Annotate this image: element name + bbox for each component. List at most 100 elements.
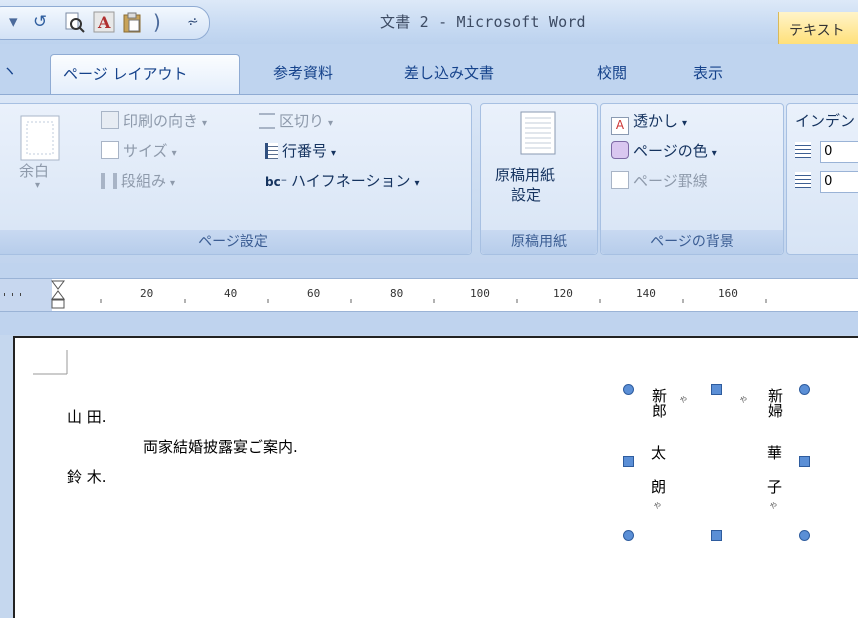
resize-handle-bottom-right[interactable] [799,530,810,541]
page-color-button[interactable]: ページの色 ▾ [611,140,717,161]
manuscript-label-1: 原稿用紙 [495,166,556,184]
resize-handle-right[interactable] [799,456,810,467]
text-line-yamada[interactable]: 山 田. [67,406,107,427]
indent-right-input[interactable]: 0 [820,171,858,193]
return-mark: ゃ [653,501,663,511]
ruler-label: 20 [140,287,154,300]
margins-button[interactable]: 余白 ▾ [9,112,69,202]
horizontal-ruler[interactable]: 20 40 60 80 100 120 140 160 [0,278,858,312]
manuscript-settings-button[interactable]: 原稿用紙 設定 [481,104,597,230]
tab-mailings[interactable]: 差し込み文書 [404,62,494,83]
text-line-announcement[interactable]: 両家結婚披露宴ご案内. [143,436,298,457]
tab-page-layout-label: ページ レイアウト [63,65,188,83]
page-borders-label: ページ罫線 [633,172,708,190]
indent-right-icon [795,172,811,188]
watermark-label: 透かし [633,112,679,130]
context-tab-text-tools[interactable]: テキスト [778,12,858,44]
print-preview-icon[interactable] [63,11,85,39]
columns-button[interactable]: 段組み ▾ [101,170,175,191]
groom-title: 新郎 [650,388,668,418]
margins-label: 余白 [19,162,50,180]
group-manuscript: 原稿用紙 設定 原稿用紙 [480,103,598,255]
hyphenation-icon: bc⁻ [265,175,288,189]
group-paragraph: インデン 0 0 [786,103,858,255]
margin-corner-mark [33,350,68,375]
tab-page-layout[interactable]: ページ レイアウト [50,54,240,94]
text-line-suzuki[interactable]: 鈴 木. [67,466,107,487]
resize-handle-top-right[interactable] [799,384,810,395]
vertical-textbox[interactable]: 新郎 ゃ ゃ 新婦 太 華 朗 子 ゃ ゃ [623,384,810,544]
return-mark: ゃ [679,395,689,405]
groom-name-1: 太 [651,444,667,462]
group-manuscript-label: 原稿用紙 [481,230,597,254]
indent-left-input[interactable]: 0 [820,141,858,163]
ribbon-tabs: ヽ ページ レイアウト 参考資料 差し込み文書 校閲 表示 [0,44,858,95]
columns-icon [101,173,117,189]
group-page-setup-label: ページ設定 [0,230,471,254]
bride-name-1: 華 [767,444,783,462]
columns-label: 段組み [121,172,167,190]
margins-dropdown-icon: ▾ [35,180,41,191]
line-numbers-label: 行番号 [282,142,328,160]
ruler-label: 80 [390,287,404,300]
margins-icon [20,115,60,161]
breaks-button[interactable]: 区切り ▾ [259,110,333,131]
resize-handle-bottom-left[interactable] [623,530,634,541]
manuscript-icon [520,111,556,155]
ribbon: 余白 ▾ 印刷の向き ▾ サイズ ▾ 段組み ▾ 区切り ▾ 行番号 ▾ bc⁻ ハイフネー… [0,95,858,263]
resize-handle-top[interactable] [711,384,722,395]
context-tab-label: テキスト [789,23,845,39]
qat-scroll-icon: ) [153,10,161,34]
hyphenation-label: ハイフネーション [291,172,411,190]
orientation-button[interactable]: 印刷の向き ▾ [101,110,207,131]
ruler-label: 100 [470,287,490,300]
tab-references[interactable]: 参考資料 [273,62,333,83]
group-page-background-label: ページの背景 [601,230,783,254]
paint-bucket-icon [611,141,629,159]
ruler-label: 60 [307,287,321,300]
ruler-label: 160 [718,287,738,300]
tab-view[interactable]: 表示 [693,62,723,83]
page-color-label: ページの色 [633,142,708,160]
watermark-icon: A [611,117,629,135]
window-title: 文書 2 - Microsoft Word [380,13,586,31]
ruler-label: 40 [224,287,238,300]
size-icon [101,141,119,159]
bride-name-2: 子 [767,478,783,496]
page-borders-icon [611,171,629,189]
document-page[interactable]: 山 田. 両家結婚披露宴ご案内. 鈴 木. 新郎 ゃ ゃ 新婦 太 華 朗 子 … [13,336,858,618]
indent-left: 0 [795,140,858,163]
font-a-icon[interactable]: A [93,11,115,39]
title-bar: ▾ ↺ A ) ⩫ 文書 2 - Microsoft Word テキスト [0,0,858,44]
hyphenation-button[interactable]: bc⁻ ハイフネーション ▾ [265,170,419,191]
orientation-icon [101,111,119,129]
watermark-button[interactable]: A 透かし ▾ [611,110,687,135]
resize-handle-left[interactable] [623,456,634,467]
breaks-label: 区切り [279,112,325,130]
tab-review[interactable]: 校閲 [597,62,627,83]
ruler-label: 120 [553,287,573,300]
size-button[interactable]: サイズ ▾ [101,140,177,161]
indent-marker-icon[interactable] [50,279,70,311]
resize-handle-top-left[interactable] [623,384,634,395]
group-page-background: A 透かし ▾ ページの色 ▾ ページ罫線 ページの背景 [600,103,784,255]
indent-label: インデン [795,112,856,130]
size-label: サイズ [123,142,168,160]
prev-tab-edge[interactable]: ヽ [2,60,17,81]
ruler-label: 140 [636,287,656,300]
manuscript-label-2: 設定 [511,186,542,204]
indent-right: 0 [795,170,858,193]
line-numbers-button[interactable]: 行番号 ▾ [265,140,336,161]
undo-arrow-icon[interactable]: ▾ [9,11,18,33]
resize-handle-bottom[interactable] [711,530,722,541]
indent-left-icon [795,142,811,158]
paste-icon[interactable] [121,11,143,39]
orientation-label: 印刷の向き [123,112,199,130]
bride-title: 新婦 [766,388,784,418]
redo-icon[interactable]: ↺ [33,11,47,33]
quick-access-toolbar: ▾ ↺ A ) ⩫ [0,6,210,40]
qat-dropdown-icon[interactable]: ⩫ [187,11,199,33]
line-numbers-icon [265,143,278,159]
groom-name-2: 朗 [651,478,667,496]
page-borders-button[interactable]: ページ罫線 [611,170,708,191]
